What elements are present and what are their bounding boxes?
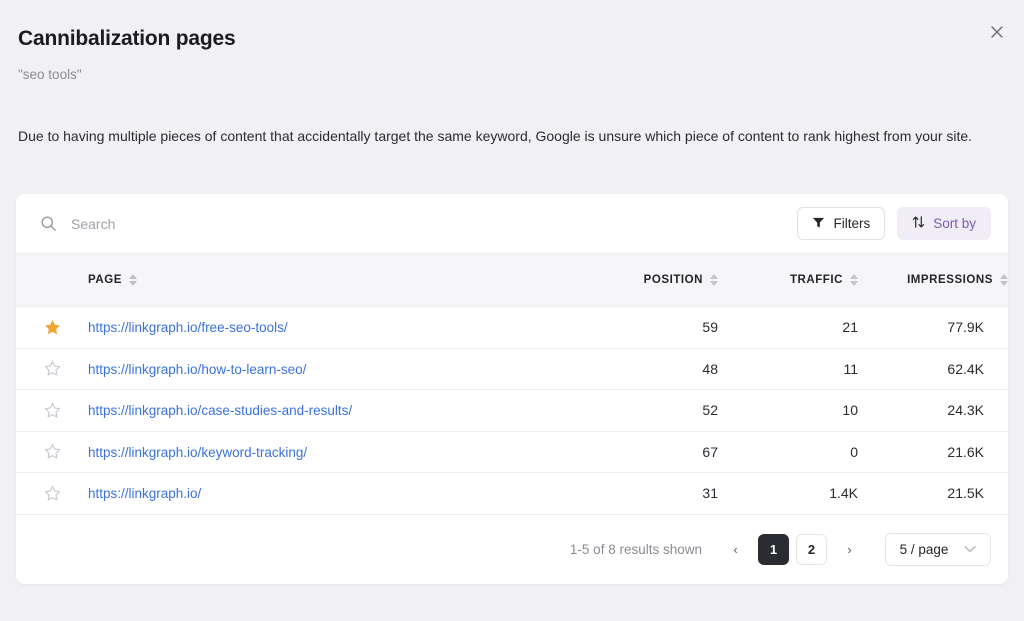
funnel-icon [812, 216, 825, 232]
column-header-star [16, 253, 88, 307]
page-link[interactable]: https://linkgraph.io/how-to-learn-seo/ [88, 362, 306, 377]
table-cell-traffic: 11 [843, 360, 858, 377]
table-row: https://linkgraph.io/free-seo-tools/59 21… [16, 307, 1008, 349]
results-table: PAGE POSITION TRAFFIC IMPRESSIONS https:… [16, 253, 1008, 515]
column-header-page[interactable]: PAGE [88, 253, 558, 307]
star-filled-icon[interactable] [41, 316, 64, 339]
pagination-page-button[interactable]: 1 [758, 533, 789, 565]
page-link[interactable]: https://linkgraph.io/case-studies-and-re… [88, 403, 352, 418]
page-link[interactable]: https://linkgraph.io/free-seo-tools/ [88, 320, 288, 335]
table-cell-impressions: 24.3K [947, 402, 984, 419]
star-outline-icon[interactable] [41, 357, 64, 380]
filters-button[interactable]: Filters [797, 207, 886, 240]
modal-description: Due to having multiple pieces of content… [18, 127, 973, 144]
column-label-traffic: TRAFFIC [789, 273, 843, 286]
table-cell-traffic: 0 [850, 443, 858, 460]
table-cell-star [16, 390, 88, 432]
toolbar-actions: Filters Sort by [797, 207, 991, 240]
table-head: PAGE POSITION TRAFFIC IMPRESSIONS [16, 253, 1008, 307]
page-link[interactable]: https://linkgraph.io/keyword-tracking/ [88, 445, 307, 460]
per-page-label: 5 / page [899, 541, 949, 557]
pagination-next-button[interactable]: › [834, 534, 865, 565]
table-cell-traffic: 1.4K [829, 485, 858, 502]
table-row: https://linkgraph.io/case-studies-and-re… [16, 390, 1008, 432]
star-outline-icon[interactable] [41, 440, 64, 463]
table-cell-position: 59 [702, 319, 718, 336]
sort-by-label: Sort by [933, 216, 976, 231]
cannibalization-modal: Cannibalization pages "seo tools" Due to… [0, 0, 1024, 621]
table-cell-position: 67 [702, 443, 718, 460]
table-cell-position: 48 [702, 360, 718, 377]
search-area [28, 211, 797, 236]
chevron-down-icon [964, 545, 977, 553]
table-cell-impressions: 77.9K [947, 319, 984, 336]
sort-caret-icon [710, 273, 718, 286]
pagination-prev-button[interactable]: ‹ [720, 534, 751, 565]
results-card: Filters Sort by [16, 194, 1008, 584]
column-label-position: POSITION [643, 273, 703, 286]
table-row: https://linkgraph.io/31 1.4K 21.5K [16, 473, 1008, 515]
column-header-impressions[interactable]: IMPRESSIONS [858, 253, 1008, 307]
table-cell-page: https://linkgraph.io/keyword-tracking/ [88, 431, 558, 473]
pagination-page-button[interactable]: 2 [796, 533, 827, 565]
search-input[interactable] [71, 211, 491, 236]
table-header-row: PAGE POSITION TRAFFIC IMPRESSIONS [16, 253, 1008, 307]
keyword-subtitle: "seo tools" [18, 67, 82, 83]
close-icon [989, 24, 1005, 40]
table-row: https://linkgraph.io/keyword-tracking/67… [16, 431, 1008, 473]
table-cell-page: https://linkgraph.io/ [88, 473, 558, 515]
table-cell-impressions: 62.4K [947, 360, 984, 377]
sort-by-button[interactable]: Sort by [897, 207, 991, 240]
modal-header: Cannibalization pages "seo tools" Due to… [0, 0, 1024, 147]
table-cell-star [16, 348, 88, 390]
filters-label: Filters [833, 216, 871, 231]
table-cell-impressions: 21.6K [947, 443, 984, 460]
page-title: Cannibalization pages [18, 27, 236, 50]
table-cell-traffic: 10 [842, 402, 858, 419]
sort-caret-icon [850, 273, 858, 286]
sort-arrows-icon [912, 215, 925, 232]
table-cell-page: https://linkgraph.io/free-seo-tools/ [88, 307, 558, 349]
table-cell-position: 52 [702, 402, 718, 419]
table-cell-position: 31 [702, 485, 718, 502]
table-cell-star [16, 307, 88, 349]
table-cell-impressions: 21.5K [947, 485, 984, 502]
pagination-controls: ‹ 1 2 › [720, 533, 865, 565]
table-cell-traffic: 21 [842, 319, 858, 336]
table-body: https://linkgraph.io/free-seo-tools/59 21… [16, 307, 1008, 515]
table-toolbar: Filters Sort by [16, 194, 1008, 253]
column-label-impressions: IMPRESSIONS [907, 273, 993, 286]
column-label-page: PAGE [88, 274, 122, 286]
table-cell-star [16, 473, 88, 515]
page-link[interactable]: https://linkgraph.io/ [88, 486, 201, 501]
table-cell-page: https://linkgraph.io/how-to-learn-seo/ [88, 348, 558, 390]
column-header-position[interactable]: POSITION [558, 253, 718, 307]
table-row: https://linkgraph.io/how-to-learn-seo/48… [16, 348, 1008, 390]
sort-caret-icon [1000, 273, 1008, 286]
table-cell-star [16, 431, 88, 473]
results-count-label: 1-5 of 8 results shown [569, 541, 702, 557]
close-button[interactable] [982, 17, 1012, 47]
column-header-traffic[interactable]: TRAFFIC [718, 253, 858, 307]
table-cell-page: https://linkgraph.io/case-studies-and-re… [88, 390, 558, 432]
search-icon [40, 215, 57, 232]
per-page-select[interactable]: 5 / page [885, 532, 991, 566]
sort-caret-icon [128, 274, 137, 286]
star-outline-icon[interactable] [41, 482, 64, 505]
star-outline-icon[interactable] [41, 399, 64, 422]
table-footer: 1-5 of 8 results shown ‹ 1 2 › 5 / page [16, 514, 1008, 584]
